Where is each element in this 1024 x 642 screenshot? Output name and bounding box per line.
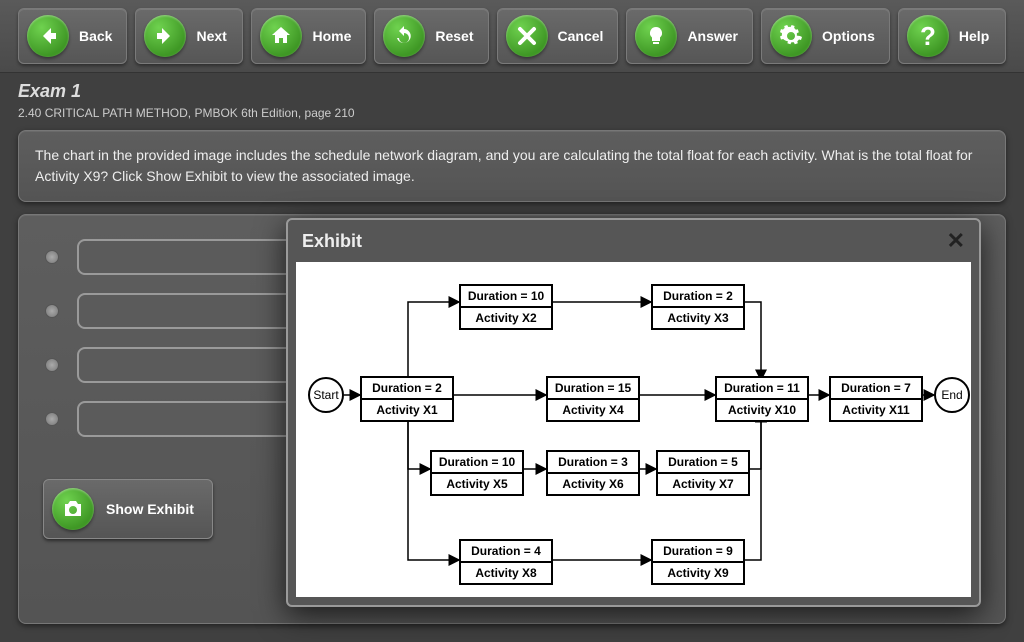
activity-x3: Duration = 2 Activity X3 [651, 284, 745, 330]
activity-x1: Duration = 2 Activity X1 [360, 376, 454, 422]
answer-label: Answer [687, 28, 738, 44]
arrow-left-icon [27, 15, 69, 57]
gear-icon [770, 15, 812, 57]
exhibit-modal: Exhibit ✕ [286, 218, 981, 607]
back-button[interactable]: Back [18, 8, 127, 64]
exhibit-image: Start End Duration = 2 Activity X1 Durat… [296, 262, 971, 597]
activity-x4: Duration = 15 Activity X4 [546, 376, 640, 422]
activity-x5: Duration = 10 Activity X5 [430, 450, 524, 496]
exam-title: Exam 1 [18, 81, 1006, 102]
home-button[interactable]: Home [251, 8, 366, 64]
exam-subtitle: 2.40 CRITICAL PATH METHOD, PMBOK 6th Edi… [18, 106, 1006, 120]
radio-icon [45, 358, 59, 372]
options-button[interactable]: Options [761, 8, 890, 64]
question-text: The chart in the provided image includes… [35, 145, 989, 187]
help-label: Help [959, 28, 989, 44]
bulb-icon [635, 15, 677, 57]
question-panel: The chart in the provided image includes… [18, 130, 1006, 202]
home-label: Home [312, 28, 351, 44]
diagram-end: End [934, 377, 970, 413]
answer-button[interactable]: Answer [626, 8, 753, 64]
reset-label: Reset [435, 28, 473, 44]
diagram-start: Start [308, 377, 344, 413]
reset-icon [383, 15, 425, 57]
options-label: Options [822, 28, 875, 44]
back-label: Back [79, 28, 112, 44]
activity-x7: Duration = 5 Activity X7 [656, 450, 750, 496]
help-button[interactable]: ? Help [898, 8, 1006, 64]
radio-icon [45, 412, 59, 426]
activity-x6: Duration = 3 Activity X6 [546, 450, 640, 496]
cancel-button[interactable]: Cancel [497, 8, 619, 64]
show-exhibit-label: Show Exhibit [106, 501, 194, 517]
toolbar: Back Next Home Reset Cancel Answer Optio… [0, 0, 1024, 73]
cancel-label: Cancel [558, 28, 604, 44]
home-icon [260, 15, 302, 57]
radio-icon [45, 250, 59, 264]
camera-icon [52, 488, 94, 530]
show-exhibit-button[interactable]: Show Exhibit [43, 479, 213, 539]
activity-x9: Duration = 9 Activity X9 [651, 539, 745, 585]
next-label: Next [196, 28, 226, 44]
help-icon: ? [907, 15, 949, 57]
radio-icon [45, 304, 59, 318]
close-icon [506, 15, 548, 57]
activity-x10: Duration = 11 Activity X10 [715, 376, 809, 422]
activity-x11: Duration = 7 Activity X11 [829, 376, 923, 422]
close-icon[interactable]: ✕ [947, 228, 965, 254]
reset-button[interactable]: Reset [374, 8, 488, 64]
arrow-right-icon [144, 15, 186, 57]
modal-title: Exhibit [302, 231, 362, 252]
activity-x2: Duration = 10 Activity X2 [459, 284, 553, 330]
next-button[interactable]: Next [135, 8, 243, 64]
activity-x8: Duration = 4 Activity X8 [459, 539, 553, 585]
